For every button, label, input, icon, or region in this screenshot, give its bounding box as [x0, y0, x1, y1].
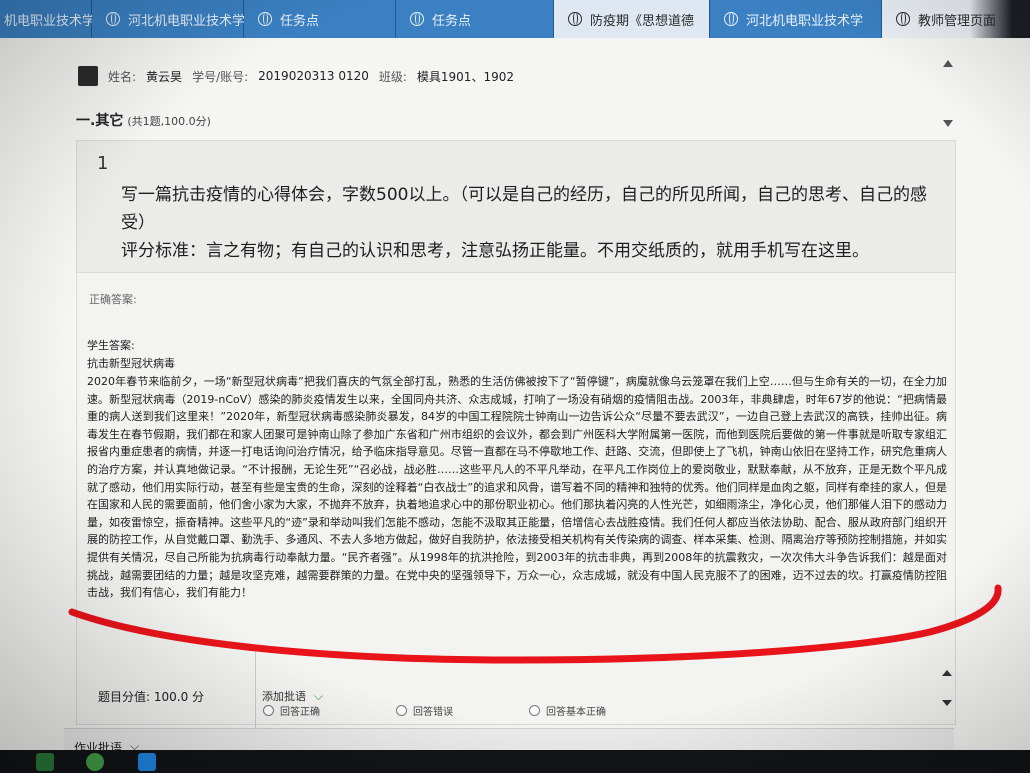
wechat-app-icon[interactable] [86, 753, 104, 771]
screen-corner-shadow [970, 0, 1030, 40]
page: 姓名: 黄云昊 学号/账号: 2019020313 0120 班级: 模具190… [0, 38, 1030, 773]
tab-label: 任务点 [280, 13, 320, 29]
grading-options: 回答正确 回答错误 回答基本正确 [263, 703, 606, 718]
class-name: 模具1901、1902 [416, 69, 514, 84]
tab-label: 河北机电职业技术学 [746, 13, 864, 29]
tab-label: 机电职业技术学 [4, 13, 96, 29]
student-name: 黄云昊 [146, 69, 183, 84]
question-number: 1 [97, 153, 109, 174]
globe-icon [106, 12, 120, 26]
score-area: 题目分值: 100.0 分 [76, 648, 256, 728]
score: 题目分值: 100.0 分 [98, 688, 204, 705]
scroll-down-icon[interactable] [943, 120, 953, 127]
avatar [78, 66, 98, 86]
tab-5[interactable]: 河北机电职业技术学 [710, 0, 882, 38]
tab-2[interactable]: 任务点 [244, 0, 396, 38]
score-value: 100.0 分 [153, 690, 205, 704]
option-wrong[interactable]: 回答错误 [396, 703, 453, 718]
name-label: 姓名: [108, 69, 137, 84]
inner-scrollbar[interactable] [942, 670, 952, 710]
question-text-block: 写一篇抗击疫情的心得体会，字数500以上。（可以是自己的经历，自己的所见所闻，自… [121, 181, 951, 265]
essay-title: 抗击新型冠状病毒 [87, 357, 175, 370]
globe-icon [410, 12, 424, 26]
question-prompt: 写一篇抗击疫情的心得体会，字数500以上。（可以是自己的经历，自己的所见所闻，自… [121, 185, 927, 233]
add-comment-button[interactable]: 添加批语 ⌵ [262, 688, 323, 704]
tab-1[interactable]: 河北机电职业技术学 [92, 0, 246, 38]
question-header: 1 写一篇抗击疫情的心得体会，字数500以上。（可以是自己的经历，自己的所见所闻… [77, 141, 955, 273]
option-label: 回答错误 [413, 707, 453, 718]
add-comment-label: 添加批语 [262, 690, 306, 703]
browser-app-icon[interactable] [138, 753, 156, 771]
section-meta: (共1题,100.0分) [127, 115, 211, 128]
student-id: 2019020313 0120 [258, 69, 369, 83]
excel-app-icon[interactable] [36, 753, 54, 771]
question-criteria: 评分标准：言之有物；有自己的认识和思考，注意弘扬正能量。不用交纸质的，就用手机写… [121, 241, 869, 261]
globe-icon [896, 12, 910, 26]
scrollbar[interactable] [943, 60, 953, 130]
option-correct[interactable]: 回答正确 [263, 703, 320, 718]
tab-0[interactable]: 机电职业技术学 [0, 0, 96, 38]
scroll-up-icon[interactable] [942, 670, 952, 676]
question-card: 1 写一篇抗击疫情的心得体会，字数500以上。（可以是自己的经历，自己的所见所闻… [76, 140, 956, 725]
section-heading: 一.其它 [76, 113, 124, 129]
tab-label: 防疫期《思想道德 [590, 13, 695, 29]
globe-icon [258, 12, 272, 26]
globe-icon [568, 12, 582, 26]
taskbar [0, 750, 1030, 773]
score-label: 题目分值: [98, 690, 151, 704]
correct-answer-label: 正确答案: [89, 293, 137, 306]
option-label: 回答正确 [280, 707, 320, 718]
option-label: 回答基本正确 [546, 707, 606, 718]
tab-3[interactable]: 任务点 [396, 0, 554, 38]
globe-icon [724, 12, 738, 26]
scroll-down-icon[interactable] [942, 700, 952, 706]
class-label: 班级: [378, 69, 407, 84]
student-essay: 2020年春节来临前夕，一场“新型冠状病毒”把我们喜庆的气氛全部打乱，熟悉的生活… [87, 375, 947, 600]
radio-icon[interactable] [529, 705, 540, 716]
tab-label: 任务点 [432, 13, 472, 29]
scroll-up-icon[interactable] [943, 60, 953, 67]
tab-4-active[interactable]: 防疫期《思想道德 ✕ [554, 0, 720, 38]
radio-icon[interactable] [263, 705, 274, 716]
student-answer-label: 学生答案: [87, 339, 135, 352]
id-label: 学号/账号: [192, 69, 249, 84]
browser-tab-strip: 机电职业技术学 河北机电职业技术学 任务点 任务点 防疫期《思想道德 ✕ 河北机… [0, 0, 1030, 38]
option-mostly-correct[interactable]: 回答基本正确 [529, 703, 606, 718]
tab-label: 河北机电职业技术学 [128, 13, 246, 29]
user-info-bar: 姓名: 黄云昊 学号/账号: 2019020313 0120 班级: 模具190… [78, 64, 514, 88]
radio-icon[interactable] [396, 705, 407, 716]
section-title: 一.其它 (共1题,100.0分) [76, 110, 211, 130]
chevron-down-icon: ⌵ [314, 688, 324, 703]
